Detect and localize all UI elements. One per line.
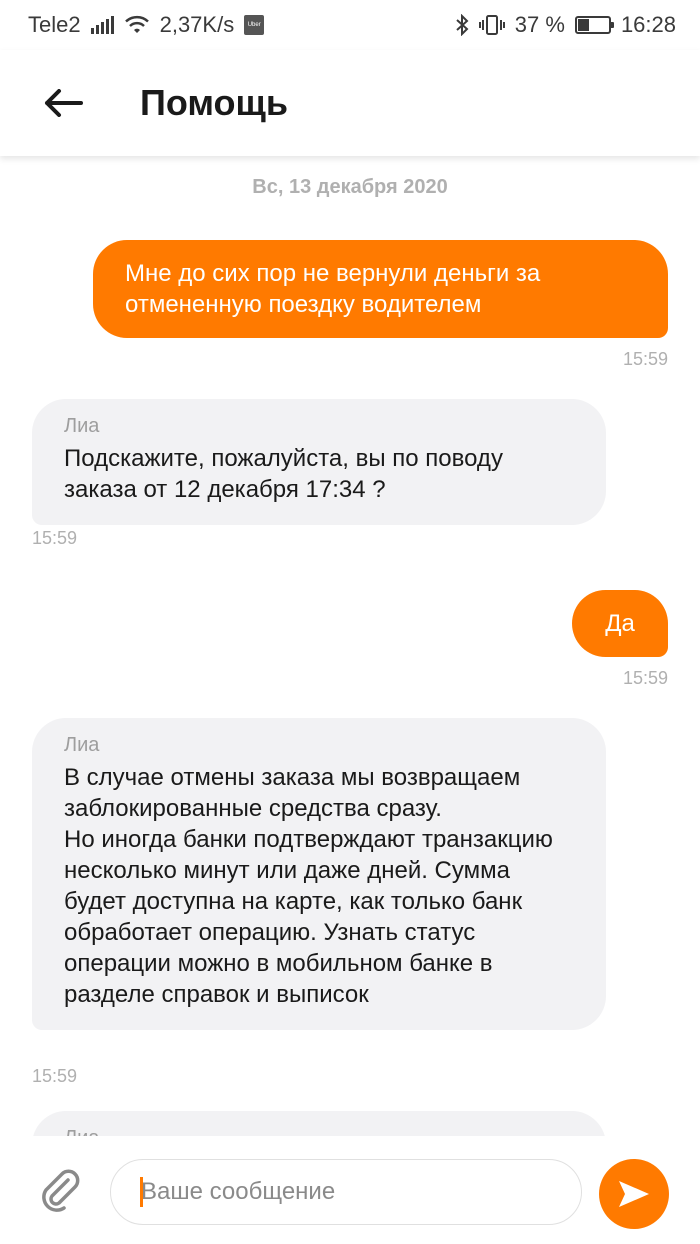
status-bar-right: 37 % 16:28 bbox=[455, 12, 676, 38]
signal-icon bbox=[90, 16, 114, 34]
back-button[interactable] bbox=[28, 68, 98, 138]
clock: 16:28 bbox=[620, 12, 676, 37]
message-sender: Лиа bbox=[64, 1125, 574, 1136]
message-text: Да bbox=[605, 610, 635, 637]
status-bar-left: Tele2 2,37K/s Uber bbox=[28, 12, 265, 38]
bluetooth-icon bbox=[456, 14, 469, 36]
page-title: Помощь bbox=[140, 82, 289, 123]
battery-fill bbox=[577, 19, 589, 31]
message-input[interactable] bbox=[110, 1159, 582, 1225]
arrow-left-icon bbox=[45, 89, 83, 117]
status-bar: Tele2 2,37K/s Uber 37 % 16:28 bbox=[0, 0, 700, 50]
wifi-icon bbox=[124, 15, 149, 33]
battery-icon bbox=[574, 16, 614, 34]
message-incoming[interactable]: Лиа В случае отмены заказа мы возвращаем… bbox=[32, 718, 606, 1030]
network-speed: 2,37K/s bbox=[159, 12, 235, 37]
app-header: Помощь bbox=[0, 50, 700, 156]
carrier-name: Tele2 bbox=[28, 12, 81, 37]
text-caret bbox=[140, 1177, 143, 1207]
message-time: 15:59 bbox=[32, 528, 78, 548]
message-sender: Лиа bbox=[64, 415, 100, 437]
paperclip-icon[interactable] bbox=[38, 1166, 84, 1212]
message-sender: Лиа bbox=[64, 734, 100, 756]
message-text: Подскажите, пожалуйста, вы по поводу зак… bbox=[64, 445, 503, 503]
message-text: В случае отмены заказа мы возвращаем заб… bbox=[64, 764, 553, 1008]
message-time: 15:59 bbox=[622, 668, 668, 688]
message-incoming[interactable]: Лиа bbox=[32, 1111, 606, 1136]
uber-app-icon: Uber bbox=[244, 15, 265, 35]
message-input-bar bbox=[0, 1136, 700, 1244]
send-arrow-icon bbox=[619, 1181, 649, 1207]
message-time: 15:59 bbox=[622, 349, 668, 369]
date-separator: Вс, 13 декабря 2020 bbox=[252, 176, 448, 198]
message-time: 15:59 bbox=[32, 1066, 78, 1086]
battery-percent: 37 % bbox=[514, 12, 565, 37]
message-incoming[interactable]: Лиа Подскажите, пожалуйста, вы по поводу… bbox=[32, 399, 606, 525]
vibrate-icon bbox=[478, 15, 505, 35]
chat-area[interactable]: Вс, 13 декабря 2020 Мне до сих пор не ве… bbox=[0, 156, 700, 1136]
message-outgoing[interactable]: Да bbox=[572, 590, 668, 657]
message-text: Мне до сих пор не вернули деньги за отме… bbox=[125, 260, 541, 318]
send-button[interactable] bbox=[599, 1159, 669, 1229]
message-outgoing[interactable]: Мне до сих пор не вернули деньги за отме… bbox=[93, 240, 668, 338]
